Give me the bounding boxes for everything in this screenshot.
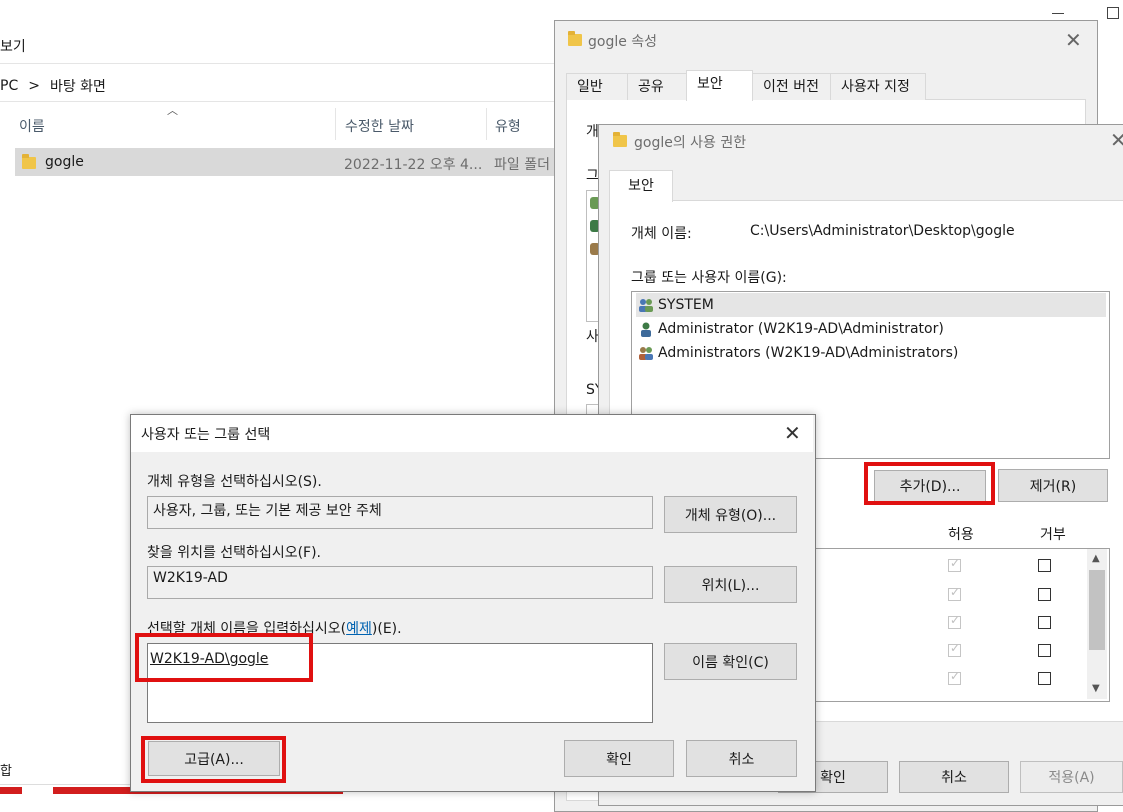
breadcrumb-desktop[interactable]: 바탕 화면 (50, 76, 106, 96)
status-text: 합 (0, 764, 12, 779)
file-modified: 2022-11-22 오후 4... (344, 157, 483, 173)
taskbar-item[interactable] (0, 787, 22, 794)
tab-security[interactable]: 보안 (686, 70, 753, 101)
object-type-label: 개체 유형을 선택하십시오(S). (147, 474, 322, 490)
examples-link[interactable]: 예제 (346, 621, 372, 637)
maximize-icon[interactable] (1107, 7, 1119, 19)
column-header-name[interactable]: 이름 (19, 116, 45, 136)
locations-button[interactable]: 위치(L)... (664, 566, 797, 603)
cancel-button[interactable]: 취소 (686, 740, 797, 777)
tab-security[interactable]: 보안 (609, 170, 673, 202)
breadcrumb-pc[interactable]: PC (0, 78, 18, 94)
deny-checkbox[interactable] (1038, 644, 1051, 657)
breadcrumb-separator: > (28, 78, 40, 94)
sort-up-icon: ︿ (167, 104, 178, 117)
divider (0, 63, 560, 64)
group-item-administrator[interactable]: Administrator (W2K19-AD\Administrator) (636, 317, 1106, 341)
allow-checkbox (948, 585, 961, 601)
permissions-apply-button: 적용(A) (1020, 761, 1123, 793)
enter-names-label-text: )(E). (371, 621, 402, 637)
folder-icon (613, 132, 627, 147)
folder-icon (22, 154, 36, 169)
group-item-label: Administrators (W2K19-AD\Administrators) (658, 345, 959, 361)
deny-checkbox[interactable] (1038, 559, 1051, 572)
location-label: 찾을 위치를 선택하십시오(F). (147, 545, 322, 561)
object-types-button[interactable]: 개체 유형(O)... (664, 496, 797, 533)
group-item-system[interactable]: SYSTEM (636, 293, 1106, 317)
object-name-value: C:\Users\Administrator\Desktop\gogle (750, 223, 1015, 239)
tab-general[interactable]: 일반 (566, 73, 628, 100)
check-names-button[interactable]: 이름 확인(C) (664, 643, 797, 680)
column-divider[interactable] (335, 108, 336, 140)
dialog-title: 사용자 또는 그룹 선택 (141, 427, 271, 443)
ok-button[interactable]: 확인 (564, 740, 674, 777)
close-icon[interactable]: ✕ (1110, 128, 1123, 152)
remove-button[interactable]: 제거(R) (998, 469, 1108, 502)
permissions-title: gogle의 사용 권한 (634, 135, 747, 151)
peek-text: 사 (586, 329, 599, 345)
minimize-icon[interactable] (1052, 13, 1064, 14)
permissions-cancel-button[interactable]: 취소 (899, 761, 1009, 793)
highlight-box (141, 736, 286, 783)
column-header-type[interactable]: 유형 (495, 116, 521, 136)
deny-checkbox[interactable] (1038, 588, 1051, 601)
group-item-administrators[interactable]: Administrators (W2K19-AD\Administrators) (636, 341, 1106, 365)
allow-checkbox (948, 669, 961, 685)
deny-checkbox[interactable] (1038, 616, 1051, 629)
group-item-label: SYSTEM (658, 297, 714, 313)
tab-customize[interactable]: 사용자 지정 (830, 73, 926, 100)
breadcrumb[interactable]: PC > 바탕 화면 (0, 76, 106, 96)
tab-previous-versions[interactable]: 이전 버전 (752, 73, 838, 100)
peek-text: 개 (586, 124, 599, 140)
highlight-box (864, 462, 995, 505)
object-name-label: 개체 이름: (631, 226, 692, 242)
close-icon[interactable]: ✕ (784, 421, 801, 445)
allow-checkbox (948, 613, 961, 629)
scroll-down-icon[interactable]: ▼ (1092, 683, 1100, 694)
file-name: gogle (45, 154, 84, 170)
column-header-modified[interactable]: 수정한 날짜 (345, 116, 414, 136)
peek-text: 그 (586, 168, 599, 184)
properties-title: gogle 속성 (588, 34, 658, 50)
tab-sharing[interactable]: 공유 (627, 73, 687, 100)
object-type-field: 사용자, 그룹, 또는 기본 제공 보안 주체 (147, 496, 653, 529)
group-icon (639, 347, 653, 360)
allow-checkbox (948, 641, 961, 657)
allow-checkbox (948, 556, 961, 572)
deny-checkbox[interactable] (1038, 672, 1051, 685)
scroll-up-icon[interactable]: ▲ (1092, 553, 1100, 564)
close-icon[interactable]: ✕ (1065, 28, 1082, 52)
group-list-label: 그룹 또는 사용자 이름(G): (631, 270, 787, 286)
column-divider[interactable] (486, 108, 487, 140)
group-item-label: Administrator (W2K19-AD\Administrator) (658, 321, 944, 337)
file-type: 파일 폴더 (494, 157, 550, 173)
scrollbar-thumb[interactable] (1089, 570, 1105, 650)
user-icon (641, 322, 651, 337)
allow-header: 허용 (948, 527, 974, 543)
divider (0, 101, 560, 102)
menu-view[interactable]: 보기 (0, 36, 26, 56)
group-icon (639, 299, 653, 312)
deny-header: 거부 (1040, 527, 1066, 543)
highlight-box (135, 633, 313, 682)
location-field: W2K19-AD (147, 566, 653, 599)
folder-icon (568, 31, 582, 46)
